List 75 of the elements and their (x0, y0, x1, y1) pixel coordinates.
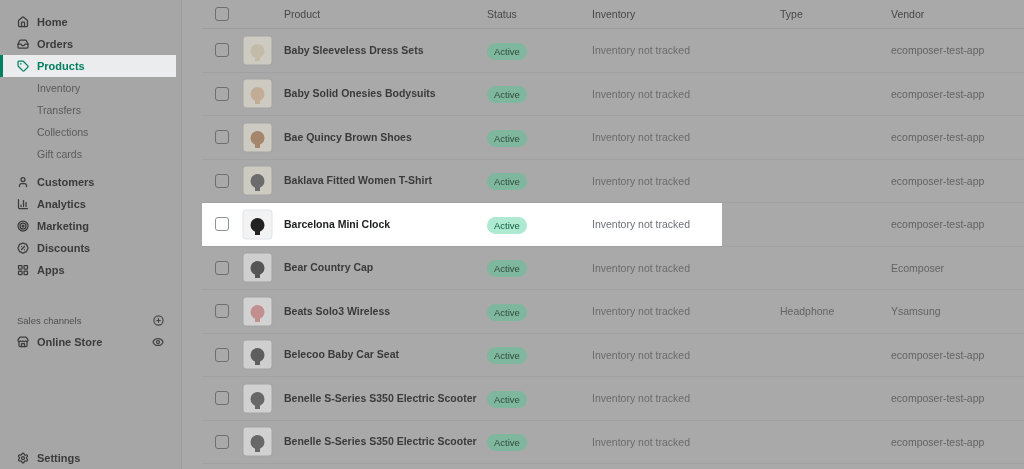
nav-item[interactable]: Customers (0, 171, 176, 193)
vendor-name: ecomposer-test-app (891, 131, 985, 144)
vendor-name: ecomposer-test-app (891, 435, 985, 448)
person-icon (17, 176, 29, 188)
product-name[interactable]: Bae Quincy Brown Shoes (284, 129, 487, 145)
row-checkbox[interactable] (215, 173, 229, 188)
nav-item[interactable]: Marketing (0, 215, 176, 237)
column-header: Product (284, 7, 321, 20)
product-name[interactable]: Belecoo Baby Car Seat (284, 347, 487, 363)
status-badge: Active (487, 260, 527, 278)
vendor-name: ecomposer-test-app (891, 174, 985, 187)
store-icon (17, 336, 29, 348)
row-checkbox[interactable] (215, 86, 229, 101)
status-badge: Active (487, 129, 527, 147)
status-badge: Active (487, 390, 527, 408)
column-header: Type (780, 8, 803, 20)
nav-item[interactable]: Online Store (0, 331, 103, 353)
select-all-checkbox[interactable] (215, 7, 229, 21)
column-header: Inventory (592, 8, 636, 20)
vendor-name: Ysamsung (891, 305, 941, 318)
tag-icon (17, 60, 29, 72)
vendor-name: ecomposer-test-app (891, 392, 985, 405)
status-badge: Active (487, 42, 527, 60)
product-type: Headphone (780, 305, 835, 318)
row-checkbox[interactable] (215, 217, 229, 232)
nav-subitem[interactable]: Inventory (0, 77, 181, 99)
nav-subitem[interactable]: Transfers (0, 99, 181, 121)
vendor-name: ecomposer-test-app (891, 44, 985, 57)
section-heading: Sales channels (17, 314, 82, 326)
nav-item[interactable]: Discounts (0, 237, 176, 259)
nav-item[interactable]: Orders (0, 33, 176, 55)
status-badge: Active (487, 216, 527, 234)
nav-item[interactable]: Products (0, 55, 176, 77)
eye-icon[interactable] (152, 336, 164, 348)
inventory-text: Inventory not tracked (592, 218, 691, 231)
target-icon (17, 220, 29, 232)
nav-item[interactable]: Settings (0, 447, 176, 469)
status-badge: Active (487, 347, 527, 365)
row-checkbox[interactable] (215, 391, 229, 406)
vendor-name: ecomposer-test-app (891, 218, 985, 231)
percent-badge-icon (17, 242, 29, 254)
vendor-name: ecomposer-test-app (891, 348, 985, 361)
status-badge: Active (487, 434, 527, 452)
product-name[interactable]: Baby Solid Onesies Bodysuits (284, 86, 487, 102)
bar-chart-icon (17, 198, 29, 210)
product-name[interactable]: Baklava Fitted Women T-Shirt (284, 173, 487, 189)
vendor-name: ecomposer-test-app (891, 87, 985, 100)
grid-icon (17, 264, 29, 276)
nav-item[interactable]: Apps (0, 259, 176, 281)
inbox-icon (17, 38, 29, 50)
row-checkbox[interactable] (215, 260, 229, 275)
product-name[interactable]: Bear Country Cap (284, 260, 487, 276)
product-name[interactable]: Barcelona Mini Clock (284, 216, 487, 232)
settings-icon (17, 452, 29, 464)
row-checkbox[interactable] (215, 347, 229, 362)
row-checkbox[interactable] (215, 43, 229, 58)
row-checkbox[interactable] (215, 304, 229, 319)
vendor-name: Ecomposer (891, 261, 945, 274)
column-header: Vendor (891, 8, 925, 20)
home-icon (17, 16, 29, 28)
add-icon[interactable] (153, 314, 164, 326)
product-name[interactable]: Benelle S-Series S350 Electric Scooter (284, 434, 487, 450)
column-header: Status (487, 8, 517, 20)
nav-subitem[interactable]: Gift cards (0, 143, 181, 165)
product-name[interactable]: Beats Solo3 Wireless (284, 303, 487, 319)
status-badge: Active (487, 86, 527, 104)
nav-item[interactable]: Home (0, 11, 176, 33)
row-checkbox[interactable] (215, 434, 229, 449)
status-badge: Active (487, 303, 527, 321)
row-checkbox[interactable] (215, 130, 229, 145)
nav-item[interactable]: Analytics (0, 193, 176, 215)
product-name[interactable]: Benelle S-Series S350 Electric Scooter (284, 390, 487, 406)
status-badge: Active (487, 173, 527, 191)
nav-subitem[interactable]: Collections (0, 121, 181, 143)
product-name[interactable]: Baby Sleeveless Dress Sets (284, 42, 487, 58)
